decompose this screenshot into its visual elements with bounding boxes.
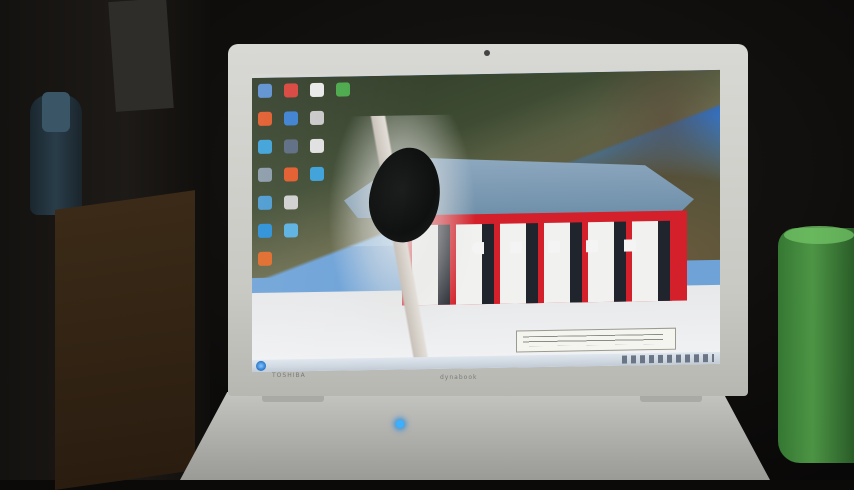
desktop-shortcut-icon[interactable] <box>310 166 324 182</box>
power-led-icon <box>396 420 404 428</box>
desktop-shortcut-icon[interactable] <box>284 139 298 154</box>
laptop-screen <box>252 69 720 373</box>
desktop-shortcut-icon[interactable] <box>336 82 350 97</box>
desktop-shortcut-icon[interactable] <box>310 138 324 154</box>
cup-rim <box>784 226 854 244</box>
desktop-shortcut-icon[interactable] <box>258 223 272 238</box>
desktop-shortcut-icon[interactable] <box>258 111 272 126</box>
wall-paper <box>108 0 174 112</box>
system-tray[interactable] <box>622 354 714 364</box>
desktop-shortcut-icon[interactable] <box>258 167 272 182</box>
laptop-brand: TOSHIBA <box>272 372 306 379</box>
desktop-shortcut-icon[interactable] <box>258 83 272 98</box>
desktop-shortcut-icon[interactable] <box>284 111 298 126</box>
start-button-icon[interactable] <box>256 360 266 372</box>
desktop-shortcut-icon[interactable] <box>258 195 272 210</box>
desktop-shortcut-icon[interactable] <box>284 223 298 238</box>
desktop-shortcut-icon[interactable] <box>284 167 298 182</box>
desktop-shortcut-icon[interactable] <box>310 110 324 126</box>
desktop-shortcut-icon[interactable] <box>284 195 298 210</box>
desktop-shortcut-icon[interactable] <box>284 83 298 98</box>
desktop-shortcut-icon[interactable] <box>258 139 272 154</box>
notification-balloon[interactable] <box>516 327 676 353</box>
cardboard-box <box>55 190 195 490</box>
webcam-icon <box>484 50 490 56</box>
laptop-model: dynabook <box>440 374 478 381</box>
laptop-base <box>180 392 770 480</box>
desktop-shortcut-icon[interactable] <box>310 82 324 98</box>
bottle-cap <box>42 92 70 132</box>
notification-text <box>523 333 663 347</box>
desktop-shortcut-icon[interactable] <box>258 251 272 266</box>
green-cup <box>778 228 854 463</box>
